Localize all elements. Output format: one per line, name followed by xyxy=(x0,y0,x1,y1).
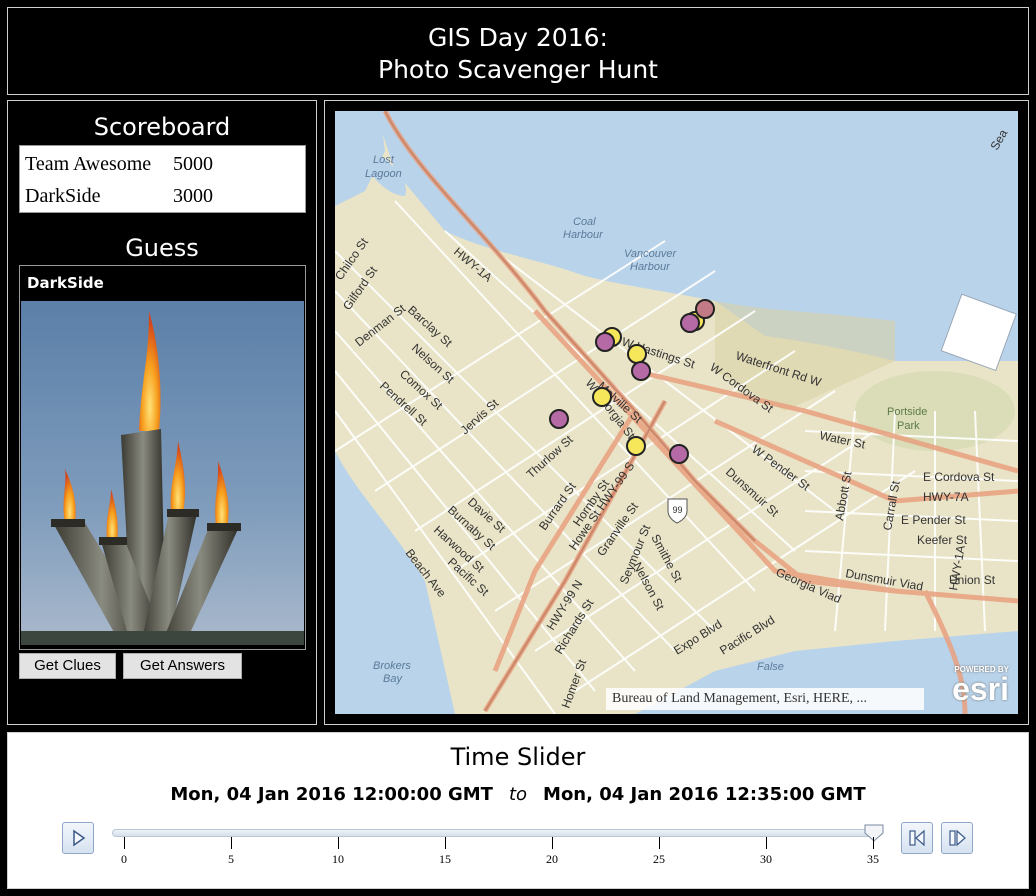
svg-text:E Cordova St: E Cordova St xyxy=(923,470,995,484)
team-name: Team Awesome xyxy=(25,153,152,175)
scoreboard-title: Scoreboard xyxy=(93,113,231,141)
svg-text:E Pender St: E Pender St xyxy=(901,513,966,527)
scoreboard-table: Team Awesome 5000 DarkSide 3000 xyxy=(19,145,306,213)
slider-tick-label: 35 xyxy=(867,852,879,866)
slider-tick xyxy=(124,837,125,849)
header-panel: GIS Day 2016: Photo Scavenger Hunt xyxy=(7,7,1029,95)
app-title: GIS Day 2016: Photo Scavenger Hunt xyxy=(8,22,1028,86)
slider-tick xyxy=(552,837,553,849)
slider-tick-label: 5 xyxy=(228,852,234,866)
time-range-end: Mon, 04 Jan 2016 12:35:00 GMT xyxy=(543,784,866,805)
guess-title: Guess xyxy=(125,234,199,262)
map-marker xyxy=(595,332,615,352)
slider-tick-label: 15 xyxy=(439,852,451,866)
map-attribution[interactable]: Bureau of Land Management, Esri, HERE, .… xyxy=(606,688,924,710)
basemap: 99 Lost Lagoon Coal Harbour Vancouver Ha… xyxy=(335,111,1018,714)
svg-text:Portside: Portside xyxy=(887,406,927,418)
time-range-to: to xyxy=(508,784,528,805)
slider-tick-label: 0 xyxy=(121,852,127,866)
time-slider-track[interactable] xyxy=(112,829,880,837)
time-slider-title: Time Slider xyxy=(450,743,586,771)
slider-tick xyxy=(873,837,874,849)
time-range-start: Mon, 04 Jan 2016 12:00:00 GMT xyxy=(170,784,493,805)
map-marker xyxy=(631,361,651,381)
get-answers-button[interactable]: Get Answers xyxy=(123,653,242,679)
guess-card: DarkSide xyxy=(19,265,306,650)
map-marker xyxy=(627,344,647,364)
svg-text:Lagoon: Lagoon xyxy=(365,168,402,180)
team-score: 5000 xyxy=(173,153,213,175)
slider-tick-label: 30 xyxy=(760,852,772,866)
time-slider-thumb[interactable] xyxy=(863,824,885,842)
play-icon xyxy=(73,829,86,847)
guess-team-name: DarkSide xyxy=(27,274,104,292)
svg-text:HWY-1A: HWY-1A xyxy=(451,245,495,285)
svg-text:Carrall St: Carrall St xyxy=(880,479,903,531)
svg-text:Barclay St: Barclay St xyxy=(405,303,456,350)
svg-text:Bay: Bay xyxy=(383,673,403,685)
svg-text:Harbour: Harbour xyxy=(630,261,671,273)
slider-tick xyxy=(445,837,446,849)
map-marker xyxy=(680,313,700,333)
app-title-line2: Photo Scavenger Hunt xyxy=(378,55,658,84)
olympic-cauldron-photo[interactable] xyxy=(21,301,304,645)
svg-text:Vancouver: Vancouver xyxy=(624,248,678,260)
map-view[interactable]: 99 Lost Lagoon Coal Harbour Vancouver Ha… xyxy=(335,111,1018,714)
map-marker xyxy=(592,387,612,407)
slider-tick-label: 20 xyxy=(546,852,558,866)
previous-icon xyxy=(909,829,925,847)
app-title-line1: GIS Day 2016: xyxy=(428,23,608,52)
map-marker xyxy=(549,409,569,429)
slider-tick-label: 10 xyxy=(332,852,344,866)
get-clues-button[interactable]: Get Clues xyxy=(19,653,116,679)
slider-tick xyxy=(766,837,767,849)
map-marker xyxy=(695,299,715,319)
svg-text:Keefer St: Keefer St xyxy=(917,533,968,547)
svg-text:Coal: Coal xyxy=(573,216,596,228)
slider-tick xyxy=(231,837,232,849)
svg-text:Brokers: Brokers xyxy=(373,660,411,672)
slider-tick xyxy=(338,837,339,849)
map-marker xyxy=(669,444,689,464)
next-button[interactable] xyxy=(941,822,973,854)
svg-text:Jervis St: Jervis St xyxy=(458,396,502,438)
svg-text:HWY-7A: HWY-7A xyxy=(923,490,969,504)
left-panel: Scoreboard Team Awesome 5000 DarkSide 30… xyxy=(7,100,317,725)
slider-handle-icon xyxy=(864,824,884,842)
svg-text:Park: Park xyxy=(897,420,920,432)
svg-text:Pacific Blvd: Pacific Blvd xyxy=(717,613,777,658)
esri-logo-text: esri xyxy=(952,671,1009,707)
time-slider-panel: Time Slider Mon, 04 Jan 2016 12:00:00 GM… xyxy=(7,732,1029,889)
map-panel: 99 Lost Lagoon Coal Harbour Vancouver Ha… xyxy=(324,100,1029,725)
team-name: DarkSide xyxy=(25,185,101,207)
esri-logo[interactable]: POWERED BY esri xyxy=(931,663,1011,707)
slider-tick-label: 25 xyxy=(653,852,665,866)
svg-text:False: False xyxy=(757,661,784,673)
svg-text:Denman St: Denman St xyxy=(352,301,408,349)
play-button[interactable] xyxy=(62,822,94,854)
svg-text:Lost: Lost xyxy=(373,154,395,166)
time-range-label: Mon, 04 Jan 2016 12:00:00 GMT to Mon, 04 J… xyxy=(8,784,1028,805)
svg-text:Water St: Water St xyxy=(818,428,867,451)
slider-tick xyxy=(659,837,660,849)
next-icon xyxy=(949,829,966,847)
svg-text:Harbour: Harbour xyxy=(563,229,604,241)
highway-99-shield-icon: 99 xyxy=(667,498,688,524)
team-score: 3000 xyxy=(173,185,213,207)
map-marker xyxy=(626,436,646,456)
svg-text:99: 99 xyxy=(672,505,682,515)
previous-button[interactable] xyxy=(901,822,933,854)
